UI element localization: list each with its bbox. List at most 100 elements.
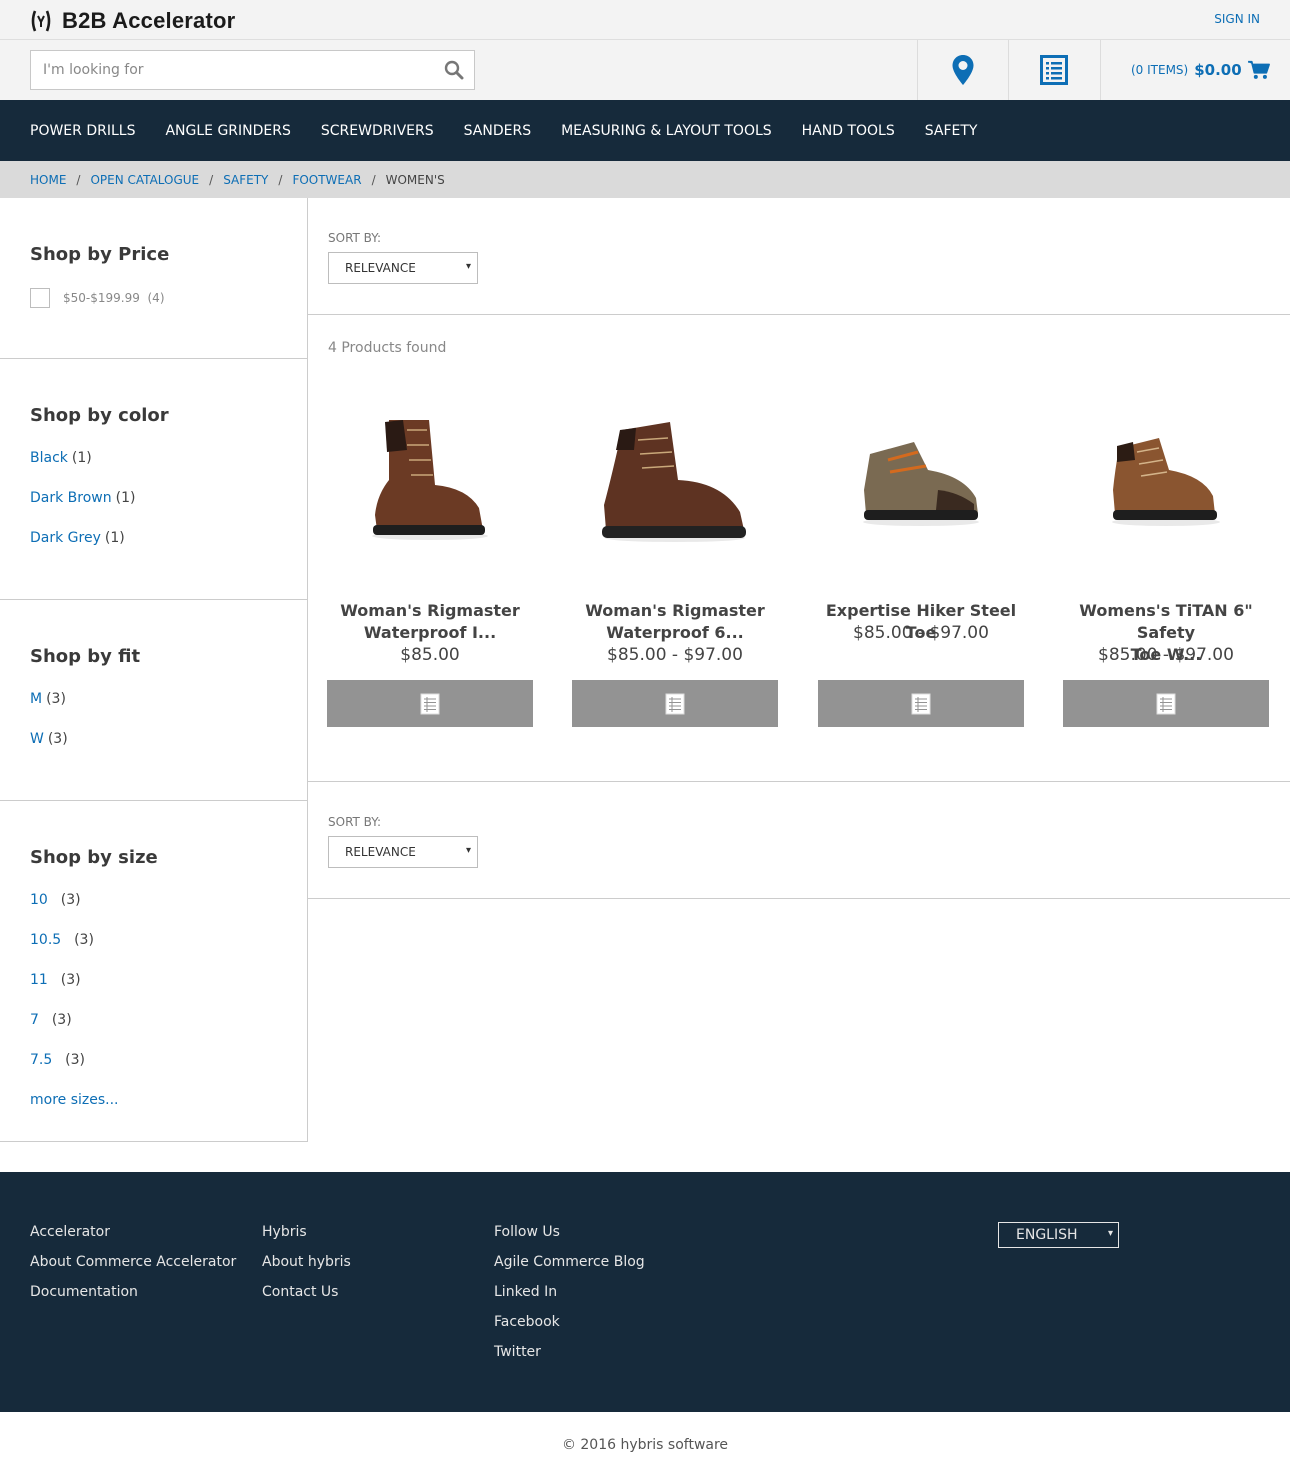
main-navigation: POWER DRILLS ANGLE GRINDERS SCREWDRIVERS… (0, 100, 1290, 161)
footer: Accelerator About Commerce Accelerator D… (0, 1172, 1290, 1412)
footer-link-about-commerce-accelerator[interactable]: About Commerce Accelerator (30, 1252, 236, 1282)
facet-option-size-10-5[interactable]: 10.5 (3) (30, 932, 94, 948)
footer-heading: Accelerator (30, 1224, 110, 1240)
facet-option-black[interactable]: Black (1) (30, 450, 92, 466)
footer-link-agile-commerce-blog[interactable]: Agile Commerce Blog (494, 1252, 645, 1282)
sort-bar-bottom: SORT BY: RELEVANCE ▾ (308, 782, 1290, 899)
breadcrumb-separator: / (278, 172, 283, 187)
facet-color-title: Shop by color (30, 405, 169, 426)
quick-order-button[interactable] (1008, 40, 1099, 100)
facet-price: Shop by Price $50-$199.99 (4) (0, 198, 307, 359)
mini-cart[interactable]: (0 ITEMS) $0.00 (1100, 40, 1290, 100)
footer-link-twitter[interactable]: Twitter (494, 1342, 645, 1372)
sort-select-value: RELEVANCE (345, 261, 416, 275)
footer-link-about-hybris[interactable]: About hybris (262, 1252, 351, 1282)
product-name[interactable]: Woman's Rigmaster Waterproof 6... (562, 600, 788, 644)
sort-select-value: RELEVANCE (345, 845, 416, 859)
facet-option-size-10[interactable]: 10 (3) (30, 892, 81, 908)
product-price: $85.00 - $97.00 (853, 623, 989, 643)
sort-bar-top: SORT BY: RELEVANCE ▾ (308, 198, 1290, 315)
facet-size: Shop by size 10 (3) 10.5 (3) 11 (3) 7 (3… (0, 801, 307, 1142)
breadcrumb-current: WOMEN'S (385, 172, 445, 187)
footer-link-linkedin[interactable]: Linked In (494, 1282, 645, 1312)
cart-total: $0.00 (1194, 61, 1242, 79)
more-sizes-link[interactable]: more sizes... (30, 1092, 119, 1108)
chevron-down-icon: ▾ (1107, 1228, 1113, 1239)
nav-angle-grinders[interactable]: ANGLE GRINDERS (165, 123, 290, 139)
footer-link-documentation[interactable]: Documentation (30, 1282, 236, 1312)
top-bar: B2B Accelerator SIGN IN (0, 0, 1290, 40)
nav-hand-tools[interactable]: HAND TOOLS (802, 123, 895, 139)
price-range-checkbox[interactable] (30, 288, 50, 308)
add-to-order-form-button[interactable] (1063, 680, 1269, 727)
footer-column-accelerator: Accelerator About Commerce Accelerator D… (30, 1222, 236, 1312)
facet-size-title: Shop by size (30, 847, 158, 868)
brand-logo-icon (31, 10, 51, 32)
order-form-icon (1156, 693, 1176, 714)
language-select[interactable]: ENGLISH ▾ (998, 1222, 1119, 1248)
order-form-icon (911, 693, 931, 714)
facet-fit-title: Shop by fit (30, 646, 141, 667)
product-price: $85.00 - $97.00 (1098, 645, 1234, 665)
search-box (30, 50, 475, 90)
product-price: $85.00 - $97.00 (607, 645, 743, 665)
sort-label: SORT BY: (328, 815, 382, 829)
facet-option-m[interactable]: M (3) (30, 691, 66, 707)
facet-fit: Shop by fit M (3) W (3) (0, 600, 307, 801)
sort-select[interactable]: RELEVANCE ▾ (328, 252, 478, 284)
location-pin-icon (952, 55, 974, 85)
breadcrumb-footwear[interactable]: FOOTWEAR (292, 173, 361, 187)
chevron-down-icon: ▾ (465, 261, 471, 272)
footer-column-hybris: Hybris About hybris Contact Us (262, 1222, 351, 1312)
nav-screwdrivers[interactable]: SCREWDRIVERS (321, 123, 434, 139)
product-image[interactable] (1063, 390, 1269, 580)
breadcrumb-separator: / (76, 172, 81, 187)
footer-link-contact-us[interactable]: Contact Us (262, 1282, 351, 1312)
facet-option-dark-brown[interactable]: Dark Brown (1) (30, 490, 135, 506)
brand-name: B2B Accelerator (62, 8, 236, 33)
breadcrumb-separator: / (209, 172, 214, 187)
nav-sanders[interactable]: SANDERS (464, 123, 531, 139)
nav-power-drills[interactable]: POWER DRILLS (30, 123, 135, 139)
sort-select[interactable]: RELEVANCE ▾ (328, 836, 478, 868)
order-form-icon (665, 693, 685, 714)
facet-option-w[interactable]: W (3) (30, 731, 68, 747)
breadcrumb: HOME / OPEN CATALOGUE / SAFETY / FOOTWEA… (0, 161, 1290, 198)
product-image[interactable] (327, 390, 533, 580)
facet-sidebar: Shop by Price $50-$199.99 (4) Shop by co… (0, 198, 308, 1142)
product-price: $85.00 (400, 645, 460, 665)
breadcrumb-separator: / (371, 172, 376, 187)
sign-in-link[interactable]: SIGN IN (1214, 12, 1260, 26)
cart-item-count: (0 ITEMS) (1131, 63, 1189, 77)
nav-measuring-layout-tools[interactable]: MEASURING & LAYOUT TOOLS (561, 123, 772, 139)
facet-option-dark-grey[interactable]: Dark Grey (1) (30, 530, 125, 546)
add-to-order-form-button[interactable] (572, 680, 778, 727)
language-select-value: ENGLISH (1016, 1227, 1078, 1243)
cart-icon (1247, 60, 1270, 79)
breadcrumb-open-catalogue[interactable]: OPEN CATALOGUE (90, 173, 199, 187)
results-count: 4 Products found (328, 340, 447, 356)
chevron-down-icon: ▾ (465, 845, 471, 856)
product-name[interactable]: Woman's Rigmaster Waterproof I... (317, 600, 543, 644)
facet-option-size-7-5[interactable]: 7.5 (3) (30, 1052, 85, 1068)
sort-label: SORT BY: (328, 231, 382, 245)
facet-price-title: Shop by Price (30, 244, 170, 265)
footer-link-facebook[interactable]: Facebook (494, 1312, 645, 1342)
search-input[interactable] (31, 51, 431, 89)
facet-option-size-7[interactable]: 7 (3) (30, 1012, 72, 1028)
breadcrumb-home[interactable]: HOME (30, 173, 66, 187)
search-icon[interactable] (444, 60, 464, 80)
site-logo[interactable]: B2B Accelerator (30, 8, 235, 34)
product-image[interactable] (818, 390, 1024, 580)
add-to-order-form-button[interactable] (327, 680, 533, 727)
breadcrumb-safety[interactable]: SAFETY (223, 173, 268, 187)
product-image[interactable] (572, 390, 778, 580)
nav-safety[interactable]: SAFETY (925, 123, 978, 139)
order-form-icon (420, 693, 440, 714)
add-to-order-form-button[interactable] (818, 680, 1024, 727)
facet-color: Shop by color Black (1) Dark Brown (1) Dar… (0, 359, 307, 600)
price-range-label[interactable]: $50-$199.99 (4) (63, 291, 165, 305)
store-finder-button[interactable] (917, 40, 1008, 100)
footer-heading: Hybris (262, 1224, 307, 1240)
facet-option-size-11[interactable]: 11 (3) (30, 972, 81, 988)
